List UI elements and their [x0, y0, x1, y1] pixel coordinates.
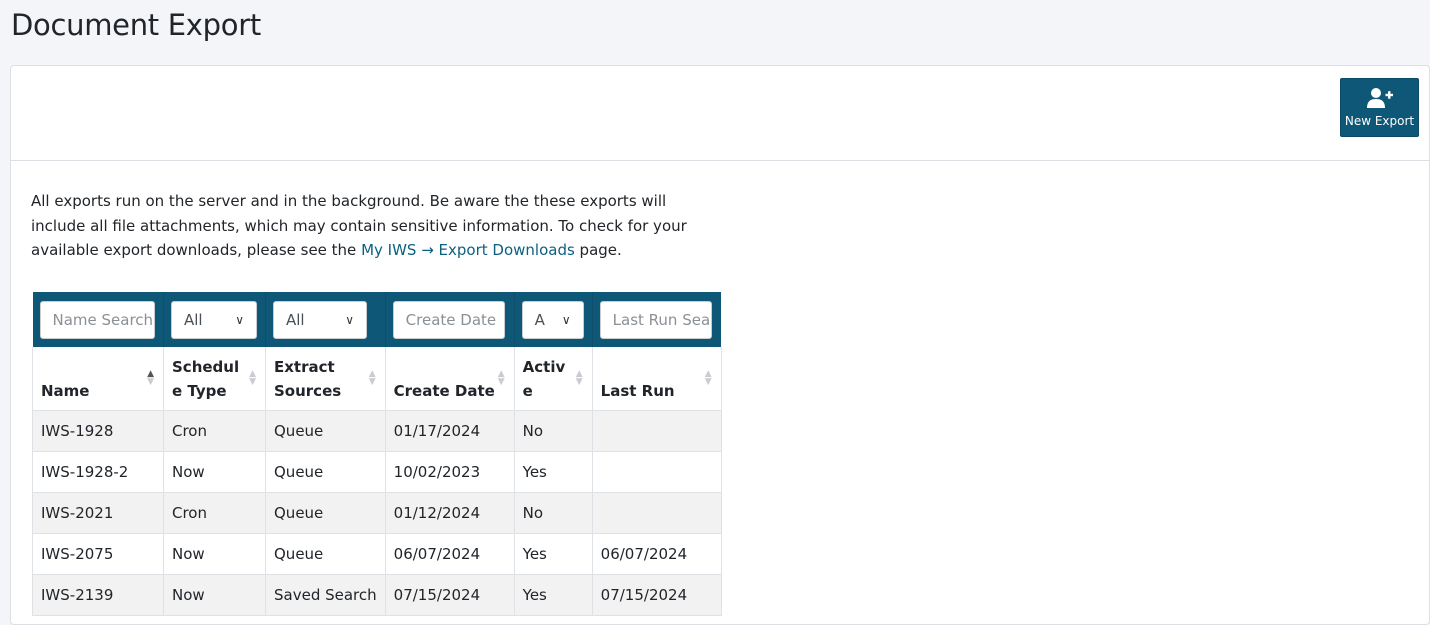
extract-sources-select[interactable]: All ∨ [273, 300, 367, 339]
column-header-last-run[interactable]: Last Run ▲ ▼ [592, 347, 722, 411]
sort-asc-icon: ▲ ▼ [147, 369, 154, 387]
page-title: Document Export [11, 8, 261, 42]
sort-icon: ▲ ▼ [575, 369, 583, 387]
sort-icon: ▲ ▼ [249, 369, 256, 387]
table-row[interactable]: IWS-1928-2 Now Queue 10/02/2023 Yes [32, 451, 722, 493]
export-downloads-link[interactable]: My IWS → Export Downloads [361, 241, 575, 259]
new-export-label: New Export [1344, 114, 1415, 128]
cell-name: IWS-2021 [32, 492, 164, 534]
new-export-button[interactable]: New Export [1340, 78, 1419, 137]
sort-icon: ▲ ▼ [497, 369, 505, 387]
chevron-down-icon: ∨ [235, 312, 244, 327]
column-header-extract-sources[interactable]: Extract Sources ▲ ▼ [265, 347, 386, 411]
card-header: New Export [11, 66, 1429, 161]
cell-last-run: 07/15/2024 [592, 574, 722, 616]
cell-create-date: 01/17/2024 [385, 410, 515, 452]
cell-active: Yes [514, 533, 593, 575]
table-row[interactable]: IWS-2075 Now Queue 06/07/2024 Yes 06/07/… [32, 533, 722, 575]
cell-last-run [592, 410, 722, 452]
cell-extract-sources: Queue [265, 492, 386, 534]
cell-last-run: 06/07/2024 [592, 533, 722, 575]
exports-table: Name Search All ∨ All ∨ Create Date A ∨ Las… [32, 292, 722, 616]
schedule-type-select[interactable]: All ∨ [171, 300, 257, 339]
cell-last-run [592, 451, 722, 493]
cell-create-date: 01/12/2024 [385, 492, 515, 534]
cell-extract-sources: Queue [265, 533, 386, 575]
cell-extract-sources: Queue [265, 451, 386, 493]
sort-icon: ▲ ▼ [704, 369, 712, 387]
cell-name: IWS-2075 [32, 533, 164, 575]
cell-extract-sources: Queue [265, 410, 386, 452]
header-row: Name ▲ ▼ Schedul e Type ▲ ▼ Extract Sources ▲ ▼ … [32, 347, 722, 411]
name-search-input[interactable]: Name Search [39, 300, 155, 339]
sort-icon: ▲ ▼ [368, 369, 376, 387]
column-header-active[interactable]: Activ e ▲ ▼ [514, 347, 593, 411]
table-row[interactable]: IWS-1928 Cron Queue 01/17/2024 No [32, 410, 722, 452]
filter-row: Name Search All ∨ All ∨ Create Date A ∨ Las… [32, 292, 722, 347]
chevron-down-icon: ∨ [345, 312, 354, 327]
column-header-create-date[interactable]: Create Date ▲ ▼ [385, 347, 515, 411]
active-select[interactable]: A ∨ [521, 300, 584, 339]
info-text: All exports run on the server and in the… [31, 189, 721, 263]
cell-schedule-type: Now [163, 574, 266, 616]
cell-active: Yes [514, 451, 593, 493]
column-header-name[interactable]: Name ▲ ▼ [32, 347, 164, 411]
column-header-schedule-type[interactable]: Schedul e Type ▲ ▼ [163, 347, 266, 411]
user-plus-icon [1366, 88, 1393, 108]
cell-active: No [514, 410, 593, 452]
export-card: New Export All exports run on the server… [10, 65, 1430, 625]
exports-table-wrapper: Name Search All ∨ All ∨ Create Date A ∨ Las… [32, 292, 722, 616]
cell-name: IWS-1928 [32, 410, 164, 452]
cell-schedule-type: Now [163, 533, 266, 575]
cell-name: IWS-1928-2 [32, 451, 164, 493]
table-row[interactable]: IWS-2139 Now Saved Search 07/15/2024 Yes… [32, 574, 722, 616]
cell-last-run [592, 492, 722, 534]
cell-create-date: 10/02/2023 [385, 451, 515, 493]
chevron-down-icon: ∨ [561, 312, 571, 327]
extract-sources-select-value: All [286, 310, 305, 329]
info-text-after: page. [574, 241, 622, 259]
cell-extract-sources: Saved Search [265, 574, 386, 616]
cell-schedule-type: Cron [163, 492, 266, 534]
cell-name: IWS-2139 [32, 574, 164, 616]
active-select-value: A [534, 310, 545, 329]
cell-schedule-type: Cron [163, 410, 266, 452]
cell-schedule-type: Now [163, 451, 266, 493]
table-row[interactable]: IWS-2021 Cron Queue 01/12/2024 No [32, 492, 722, 534]
cell-create-date: 06/07/2024 [385, 533, 515, 575]
cell-active: No [514, 492, 593, 534]
schedule-type-select-value: All [184, 310, 203, 329]
last-run-search-input[interactable]: Last Run Search [599, 300, 712, 339]
cell-active: Yes [514, 574, 593, 616]
create-date-search-input[interactable]: Create Date [392, 300, 505, 339]
cell-create-date: 07/15/2024 [385, 574, 515, 616]
